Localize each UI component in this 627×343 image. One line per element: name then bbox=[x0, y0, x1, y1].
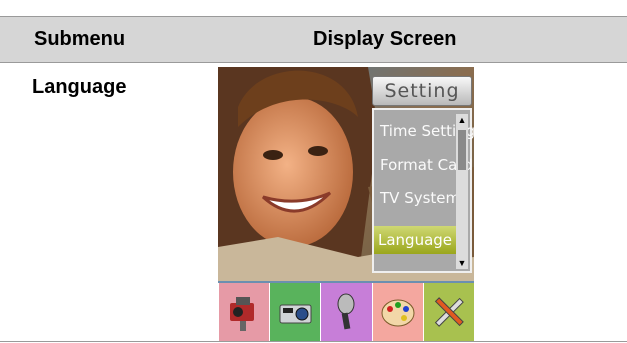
menu-item-language-selected[interactable]: Language bbox=[374, 226, 459, 254]
submenu-cell-language: Language bbox=[32, 76, 127, 98]
menu-title: Setting bbox=[372, 76, 472, 106]
menu-scrollbar[interactable]: ▲ ▼ bbox=[456, 114, 468, 269]
header-submenu: Submenu bbox=[34, 28, 126, 50]
mode-icon-bar bbox=[218, 283, 474, 342]
palette-icon[interactable] bbox=[371, 283, 423, 342]
scroll-down-arrow-icon[interactable]: ▼ bbox=[456, 257, 468, 269]
scroll-up-arrow-icon[interactable]: ▲ bbox=[456, 114, 468, 126]
display-screen-image: Setting Time Setting Format Card TV Syst… bbox=[218, 67, 474, 342]
tools-icon[interactable] bbox=[422, 283, 474, 342]
header-display-screen: Display Screen bbox=[313, 28, 457, 50]
scroll-thumb[interactable] bbox=[458, 130, 466, 170]
table-header-row: Submenu Display Screen bbox=[0, 16, 627, 63]
menu-item-tv-system[interactable]: TV System bbox=[380, 189, 460, 207]
menu-list: Time Setting Format Card TV System Langu… bbox=[372, 108, 474, 273]
table-bottom-rule bbox=[0, 341, 627, 342]
video-camera-icon[interactable] bbox=[218, 283, 270, 342]
microphone-icon[interactable] bbox=[320, 283, 372, 342]
camera-icon[interactable] bbox=[269, 283, 321, 342]
settings-menu: Setting Time Setting Format Card TV Syst… bbox=[372, 76, 474, 273]
